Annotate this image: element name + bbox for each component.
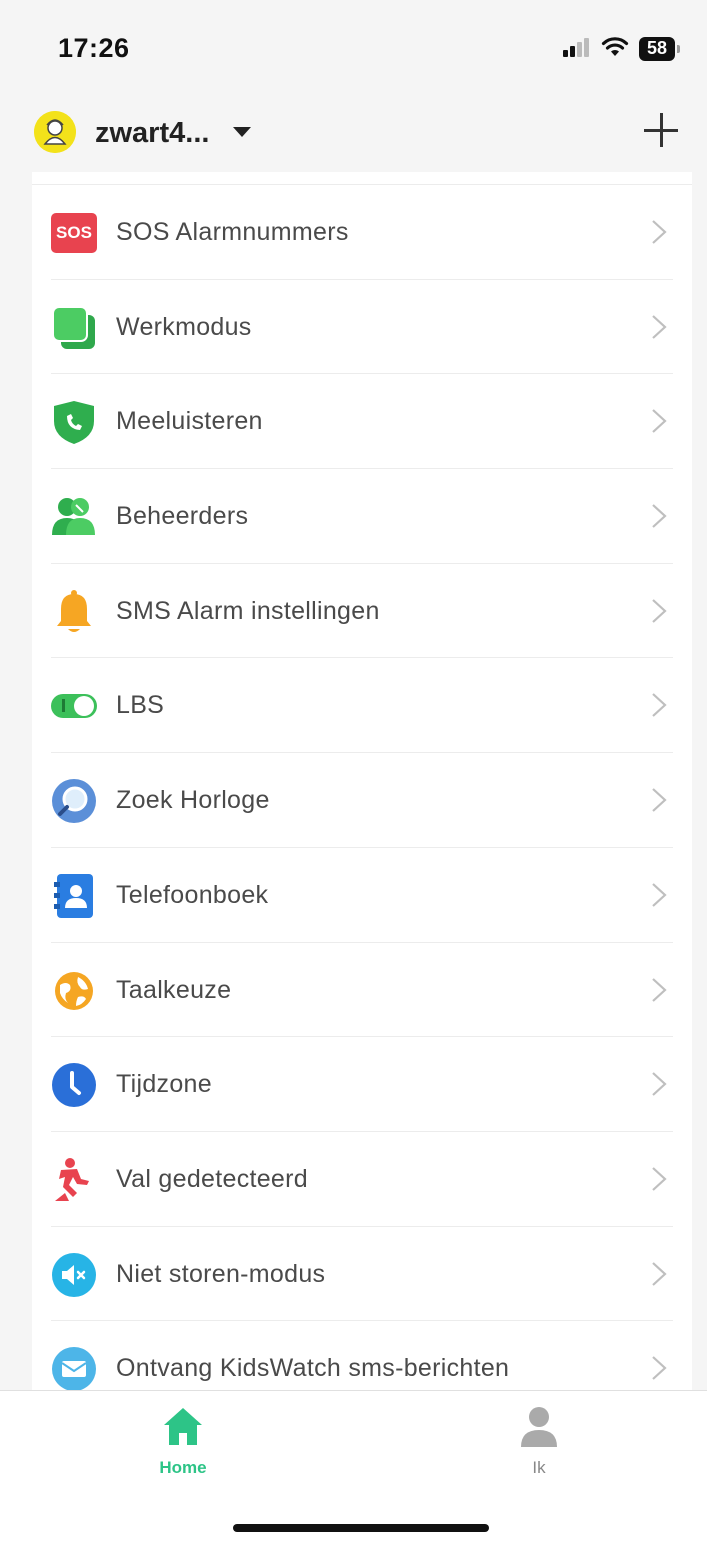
chevron-right-icon <box>652 883 667 907</box>
chevron-right-icon <box>652 977 667 1002</box>
menu-item-kidswatch-sms[interactable]: Ontvang KidsWatch sms-berichten <box>32 1321 692 1390</box>
clock-icon <box>50 1062 98 1108</box>
menu-item-lbs[interactable]: LBS <box>32 658 692 753</box>
menu-item-zoek-horloge[interactable]: Zoek Horloge <box>32 753 692 848</box>
menu-item-val-gedetecteerd[interactable]: Val gedetecteerd <box>32 1132 692 1227</box>
chevron-right-icon <box>652 504 667 528</box>
admins-icon <box>50 494 98 540</box>
person-icon <box>521 1407 557 1447</box>
phonebook-icon <box>50 873 98 919</box>
menu-item-meeluisteren[interactable]: Meeluisteren <box>32 374 692 469</box>
bell-icon <box>50 589 98 635</box>
chevron-right-icon <box>652 1072 667 1096</box>
chevron-right-icon <box>652 788 667 812</box>
battery-icon: 58 <box>639 37 681 61</box>
mute-icon <box>50 1252 98 1298</box>
menu-item-taalkeuze[interactable]: Taalkeuze <box>32 943 692 1038</box>
signal-icon <box>563 37 591 62</box>
sos-icon-label: SOS <box>56 223 92 242</box>
home-indicator <box>233 1524 489 1532</box>
globe-icon <box>50 968 98 1014</box>
menu-item-label: LBS <box>116 691 165 720</box>
menu-item-sos-alarmnummers[interactable]: SOS SOS Alarmnummers <box>32 185 692 280</box>
menu-item-label: Telefoonboek <box>116 880 269 909</box>
tab-home-label: Home <box>159 1458 207 1477</box>
fall-detection-icon <box>50 1157 98 1203</box>
tab-me[interactable]: Ik <box>479 1405 599 1478</box>
wifi-icon <box>601 36 629 63</box>
menu-item-label: SMS Alarm instellingen <box>116 596 380 625</box>
menu-item-sms-alarm[interactable]: SMS Alarm instellingen <box>32 564 692 659</box>
menu-item-label: SOS Alarmnummers <box>116 218 349 246</box>
menu-item-label: Taalkeuze <box>116 975 232 1004</box>
menu-item-werkmodus[interactable]: Werkmodus <box>32 280 692 375</box>
tab-home[interactable]: Home <box>123 1405 243 1478</box>
menu-item-telefoonboek[interactable]: Telefoonboek <box>32 848 692 943</box>
lbs-toggle-icon <box>50 683 98 729</box>
status-icons: 58 <box>563 34 681 64</box>
chevron-right-icon <box>652 598 667 623</box>
work-mode-icon <box>50 305 98 351</box>
header: zwart4... <box>0 100 707 172</box>
tab-me-label: Ik <box>532 1458 546 1477</box>
battery-level: 58 <box>646 38 668 58</box>
search-watch-icon <box>50 778 98 824</box>
menu-item-label: Tijdzone <box>116 1070 212 1099</box>
chevron-right-icon <box>652 693 667 718</box>
avatar <box>34 111 76 153</box>
menu-item-tijdzone[interactable]: Tijdzone <box>32 1037 692 1132</box>
add-button[interactable] <box>641 110 681 150</box>
status-time: 17:26 <box>58 33 130 63</box>
sos-icon: SOS <box>50 210 98 256</box>
menu-item-niet-storen[interactable]: Niet storen-modus <box>32 1227 692 1322</box>
caret-down-icon <box>233 127 251 137</box>
chevron-right-icon <box>652 1356 667 1381</box>
listen-shield-icon <box>50 399 98 445</box>
chevron-right-icon <box>652 314 667 339</box>
menu-item-label: Ontvang KidsWatch sms-berichten <box>116 1354 510 1383</box>
menu-item-label: Niet storen-modus <box>116 1259 326 1288</box>
status-bar: 17:26 58 <box>0 0 707 100</box>
menu-item-beheerders[interactable]: Beheerders <box>32 469 692 564</box>
chevron-right-icon <box>652 220 667 244</box>
chevron-right-icon <box>652 409 667 434</box>
tab-bar: Home Ik <box>0 1390 707 1541</box>
menu-item-label: Meeluisteren <box>116 407 263 436</box>
settings-panel: SOS SOS Alarmnummers Werkmodus Meeluiste… <box>32 172 692 1390</box>
device-name: zwart4... <box>95 117 210 149</box>
menu-item-label: Beheerders <box>116 502 249 531</box>
message-icon <box>50 1346 98 1390</box>
home-icon <box>164 1408 202 1445</box>
chevron-right-icon <box>652 1261 667 1286</box>
menu-item-label: Zoek Horloge <box>116 786 270 815</box>
menu-item-label: Werkmodus <box>116 312 252 341</box>
chevron-right-icon <box>652 1167 667 1191</box>
menu-item-label: Val gedetecteerd <box>116 1164 308 1193</box>
settings-list: SOS SOS Alarmnummers Werkmodus Meeluiste… <box>32 184 692 1390</box>
